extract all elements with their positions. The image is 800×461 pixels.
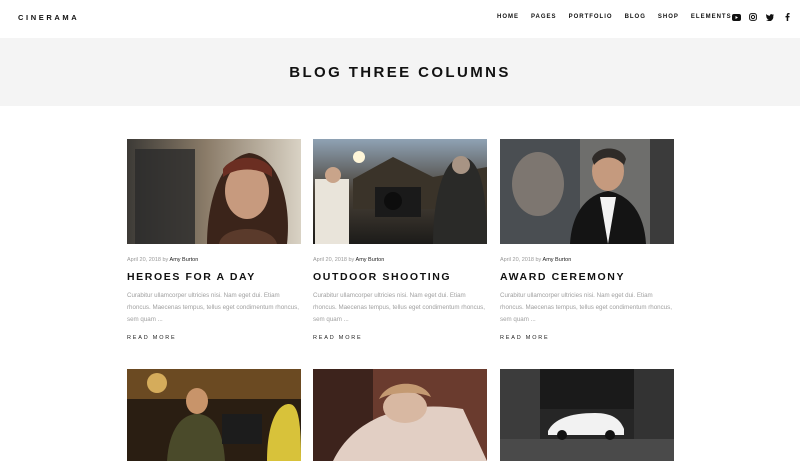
read-more-link[interactable]: READ MORE <box>500 335 674 341</box>
post-title[interactable]: HEROES FOR A DAY <box>127 271 301 283</box>
post-thumbnail-image <box>127 139 301 244</box>
post-thumbnail[interactable] <box>500 369 674 461</box>
nav-item-shop[interactable]: SHOP <box>658 14 679 20</box>
read-more-link[interactable]: READ MORE <box>127 335 301 341</box>
post-title[interactable]: AWARD CEREMONY <box>500 271 674 283</box>
post-thumbnail-image <box>500 369 674 461</box>
youtube-icon[interactable] <box>731 12 741 22</box>
blog-post-card: April 20, 2018 by Amy Burton OUTDOOR SHO… <box>313 139 487 341</box>
post-meta: April 20, 2018 by Amy Burton <box>313 257 487 265</box>
main-nav: HOME PAGES PORTFOLIO BLOG SHOP ELEMENTS <box>497 14 744 20</box>
post-thumbnail[interactable] <box>313 369 487 461</box>
post-date[interactable]: April 20, 2018 <box>127 257 161 263</box>
nav-item-home[interactable]: HOME <box>497 14 519 20</box>
site-logo[interactable]: CINERAMA <box>18 13 79 22</box>
post-thumbnail[interactable] <box>127 139 301 244</box>
post-excerpt: Curabitur ullamcorper ultricies nisi. Na… <box>313 292 485 323</box>
post-thumbnail-image <box>313 139 487 244</box>
instagram-icon[interactable] <box>748 12 758 22</box>
facebook-icon[interactable] <box>782 12 792 22</box>
page-title-band: BLOG THREE COLUMNS <box>0 38 800 106</box>
twitter-icon[interactable] <box>765 12 775 22</box>
read-more-link[interactable]: READ MORE <box>313 335 487 341</box>
post-thumbnail-image <box>500 139 674 244</box>
social-links <box>731 12 799 22</box>
blog-post-card: April 20, 2018 by Amy Burton HEROES FOR … <box>127 139 301 341</box>
post-thumbnail[interactable] <box>500 139 674 244</box>
post-author[interactable]: Amy Burton <box>543 257 572 263</box>
post-author[interactable]: Amy Burton <box>170 257 199 263</box>
post-title[interactable]: OUTDOOR SHOOTING <box>313 271 487 283</box>
post-thumbnail-image <box>127 369 301 461</box>
post-date[interactable]: April 20, 2018 <box>313 257 347 263</box>
post-by: by <box>348 257 355 263</box>
post-author[interactable]: Amy Burton <box>356 257 385 263</box>
post-excerpt: Curabitur ullamcorper ultricies nisi. Na… <box>500 292 672 323</box>
nav-item-elements[interactable]: ELEMENTS <box>691 14 732 20</box>
post-by: by <box>535 257 542 263</box>
nav-item-blog[interactable]: BLOG <box>625 14 646 20</box>
blog-post-card: April 20, 2018 by Amy Burton AWARD CEREM… <box>500 139 674 341</box>
post-thumbnail[interactable] <box>127 369 301 461</box>
post-thumbnail-image <box>313 369 487 461</box>
post-meta: April 20, 2018 by Amy Burton <box>500 257 674 265</box>
post-thumbnail[interactable] <box>313 139 487 244</box>
nav-item-pages[interactable]: PAGES <box>531 14 557 20</box>
nav-item-portfolio[interactable]: PORTFOLIO <box>569 14 613 20</box>
post-date[interactable]: April 20, 2018 <box>500 257 534 263</box>
post-excerpt: Curabitur ullamcorper ultricies nisi. Na… <box>127 292 299 323</box>
page-title: BLOG THREE COLUMNS <box>289 64 511 81</box>
site-header: CINERAMA HOME PAGES PORTFOLIO BLOG SHOP … <box>0 0 800 38</box>
post-by: by <box>162 257 169 263</box>
post-meta: April 20, 2018 by Amy Burton <box>127 257 301 265</box>
